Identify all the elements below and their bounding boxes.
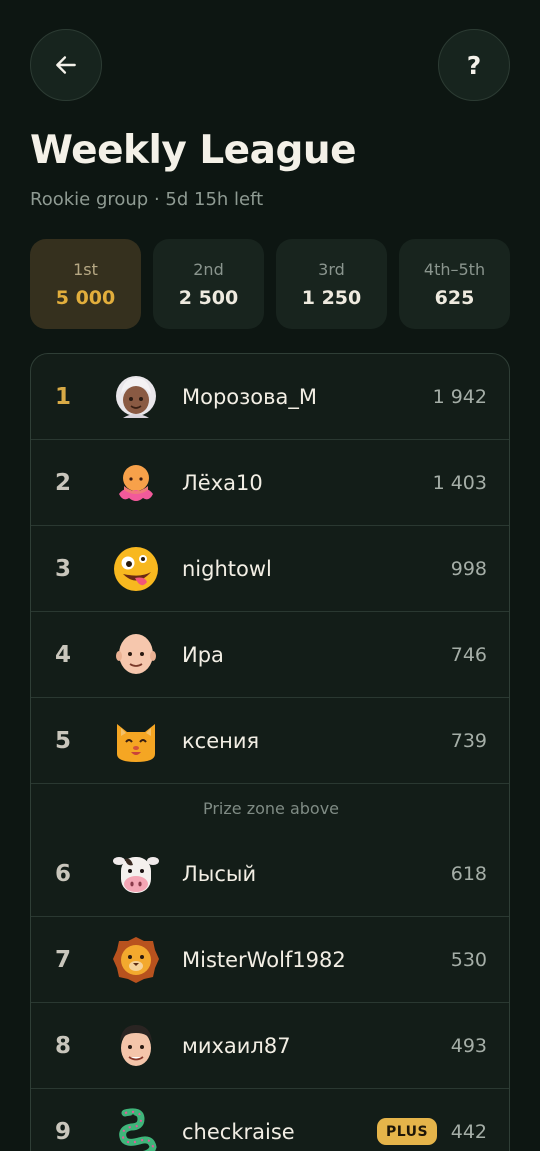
grandma-avatar	[111, 372, 161, 422]
player-score: 746	[450, 643, 487, 666]
leaderboard-row[interactable]: 2 Лёха10 1 403	[31, 440, 509, 526]
prize-tiers: 1st 5 000 2nd 2 500 3rd 1 250 4th–5th 62…	[30, 239, 510, 329]
leaderboard-row[interactable]: 6 Лысый 618	[31, 831, 509, 917]
player-score: 442	[450, 1120, 487, 1143]
help-button[interactable]: ?	[438, 29, 510, 101]
player-score: 1 403	[432, 471, 487, 494]
prize-place: 3rd	[318, 259, 345, 279]
player-name: checkraise	[182, 1119, 295, 1144]
leaderboard-row[interactable]: 5 ксения 739	[31, 698, 509, 784]
player-score: 998	[450, 557, 487, 580]
man-avatar	[111, 1021, 161, 1071]
prize-amount: 1 250	[301, 286, 362, 309]
player-score: 1 942	[432, 385, 487, 408]
leaderboard-row[interactable]: 3 nightowl 998	[31, 526, 509, 612]
leaderboard-row[interactable]: 9 checkraise PLUS 442	[31, 1089, 509, 1151]
player-name: Лысый	[182, 861, 257, 886]
prize-place: 4th–5th	[423, 259, 486, 279]
player-name: ксения	[182, 728, 260, 753]
prize-amount: 625	[434, 286, 475, 309]
player-score: 493	[450, 1034, 487, 1057]
cat-avatar	[111, 716, 161, 766]
player-score: 618	[450, 862, 487, 885]
leaderboard-row[interactable]: 8 михаил87 493	[31, 1003, 509, 1089]
octopus-avatar	[111, 458, 161, 508]
player-name: Ира	[182, 642, 224, 667]
prize-tier-2nd: 2nd 2 500	[153, 239, 264, 329]
player-score: 530	[450, 948, 487, 971]
prize-amount: 5 000	[55, 286, 116, 309]
player-name: nightowl	[182, 556, 272, 581]
leaderboard: 1 Морозова_М 1 942 2 Лёха10 1 403 3 nigh…	[30, 353, 510, 1151]
prize-zone-divider: Prize zone above	[202, 798, 340, 818]
player-name: Лёха10	[182, 470, 263, 495]
rank-number: 9	[55, 1118, 72, 1145]
player-score: 739	[450, 729, 487, 752]
rank-number: 5	[55, 727, 72, 754]
leaderboard-row[interactable]: 4 Ира 746	[31, 612, 509, 698]
plus-badge: PLUS	[377, 1118, 438, 1145]
prize-tier-3rd: 3rd 1 250	[276, 239, 387, 329]
bald-person-avatar	[111, 630, 161, 680]
rank-number: 1	[55, 383, 72, 410]
prize-place: 1st	[73, 259, 98, 279]
dragon-avatar	[111, 1107, 161, 1151]
leaderboard-row[interactable]: 7 MisterWolf1982 530	[31, 917, 509, 1003]
arrow-left-icon	[56, 56, 76, 74]
rank-number: 2	[55, 469, 72, 496]
leaderboard-row[interactable]: 1 Морозова_М 1 942	[31, 354, 509, 440]
prize-place: 2nd	[193, 259, 224, 279]
prize-tier-4th-5th: 4th–5th 625	[399, 239, 510, 329]
rank-number: 4	[55, 641, 72, 668]
question-mark-icon: ?	[466, 50, 482, 80]
rank-number: 6	[55, 860, 72, 887]
page-title: Weekly League	[30, 128, 357, 173]
rank-number: 8	[55, 1032, 72, 1059]
prize-tier-1st: 1st 5 000	[30, 239, 141, 329]
lion-avatar	[111, 935, 161, 985]
zany-face-avatar	[111, 544, 161, 594]
player-name: Морозова_М	[182, 384, 318, 409]
prize-amount: 2 500	[178, 286, 239, 309]
rank-number: 7	[55, 946, 72, 973]
rank-number: 3	[55, 555, 72, 582]
player-name: MisterWolf1982	[182, 947, 346, 972]
player-name: михаил87	[182, 1033, 291, 1058]
cow-avatar	[111, 849, 161, 899]
league-subtitle: Rookie group · 5d 15h left	[30, 189, 264, 210]
back-button[interactable]	[30, 29, 102, 101]
